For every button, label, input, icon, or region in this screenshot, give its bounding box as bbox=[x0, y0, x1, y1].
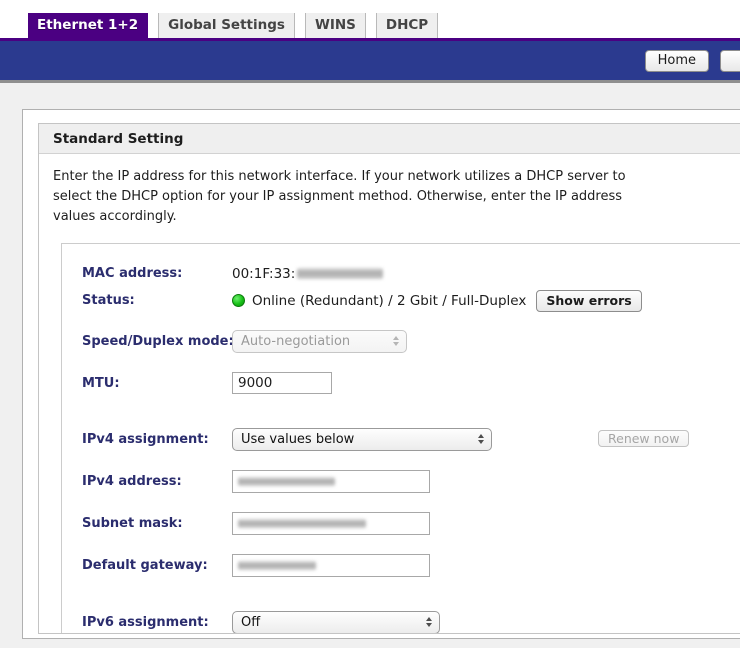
status-label: Status: bbox=[82, 293, 135, 308]
tab-dhcp[interactable]: DHCP bbox=[375, 13, 439, 38]
page-title: Standard Setting bbox=[53, 131, 184, 147]
ipv4-address-input[interactable] bbox=[232, 469, 430, 493]
status-text: Online (Redundant) / 2 Gbit / Full-Duple… bbox=[252, 292, 527, 309]
panel-body: Enter the IP address for this network in… bbox=[39, 154, 740, 633]
ipv4-assignment-label: IPv4 assignment: bbox=[82, 431, 209, 447]
tab-wins[interactable]: WINS bbox=[304, 13, 366, 38]
ipv6-assignment-selected-value: Off bbox=[241, 614, 261, 630]
row-mac-address: MAC address: 00:1F:33: bbox=[62, 260, 740, 287]
app-header-bar: Home bbox=[0, 38, 740, 80]
row-ipv4-address: IPv4 address: bbox=[62, 466, 740, 496]
tab-spacer bbox=[295, 13, 305, 38]
row-default-gateway: Default gateway: bbox=[62, 550, 740, 580]
page-root: Ethernet 1+2 Global Settings WINS DHCP H… bbox=[0, 0, 740, 648]
ipv4-assignment-field: Use values below Renew now bbox=[232, 427, 690, 451]
row-status: Status: Online (Redundant) / 2 Gbit / Fu… bbox=[62, 287, 740, 314]
subnet-mask-input[interactable] bbox=[232, 511, 430, 535]
row-speed-duplex: Speed/Duplex mode: Auto-negotiation bbox=[62, 326, 740, 356]
content-area: Standard Setting Enter the IP address fo… bbox=[0, 83, 740, 648]
speed-duplex-label: Speed/Duplex mode: bbox=[82, 333, 234, 349]
tab-label: WINS bbox=[314, 17, 356, 33]
speed-duplex-selected-value: Auto-negotiation bbox=[241, 333, 351, 349]
speed-duplex-select[interactable]: Auto-negotiation bbox=[232, 329, 407, 353]
ipv4-address-field bbox=[232, 469, 430, 493]
mac-address-text: 00:1F:33: bbox=[232, 265, 296, 282]
status-online-icon bbox=[232, 294, 245, 307]
tab-spacer bbox=[148, 13, 158, 38]
status-value-group: Online (Redundant) / 2 Gbit / Full-Duple… bbox=[232, 289, 642, 312]
subnet-mask-label: Subnet mask: bbox=[82, 515, 183, 531]
subnet-mask-field bbox=[232, 511, 430, 535]
ipv6-assignment-label: IPv6 assignment: bbox=[82, 614, 209, 630]
mtu-input[interactable]: 9000 bbox=[232, 372, 332, 394]
standard-setting-panel: Standard Setting Enter the IP address fo… bbox=[38, 123, 740, 634]
ipv4-assignment-selected-value: Use values below bbox=[241, 431, 355, 447]
ipv4-address-redaction bbox=[238, 476, 335, 486]
mtu-field: 9000 bbox=[232, 372, 332, 394]
renew-now-button[interactable]: Renew now bbox=[598, 430, 690, 447]
panel-description: Enter the IP address for this network in… bbox=[53, 169, 626, 224]
ipv4-address-label: IPv4 address: bbox=[82, 473, 182, 489]
show-errors-button-label: Show errors bbox=[546, 292, 632, 308]
tab-ethernet-1-2[interactable]: Ethernet 1+2 bbox=[28, 13, 149, 38]
renew-now-button-label: Renew now bbox=[608, 431, 680, 446]
home-button-label: Home bbox=[657, 53, 696, 68]
chevron-updown-icon bbox=[478, 434, 484, 444]
tab-bar: Ethernet 1+2 Global Settings WINS DHCP bbox=[0, 0, 740, 38]
show-errors-button[interactable]: Show errors bbox=[536, 289, 642, 312]
header-button-group: Home bbox=[644, 50, 740, 72]
subnet-mask-redaction bbox=[238, 518, 366, 528]
default-gateway-input[interactable] bbox=[232, 553, 430, 577]
network-settings-fieldset: MAC address: 00:1F:33: Status: Online (R… bbox=[61, 243, 740, 633]
tab-label: DHCP bbox=[385, 17, 429, 33]
mac-address-label: MAC address: bbox=[82, 266, 183, 281]
speed-duplex-field: Auto-negotiation bbox=[232, 329, 407, 353]
default-gateway-label: Default gateway: bbox=[82, 557, 208, 573]
row-ipv4-assignment: IPv4 assignment: Use values below Renew … bbox=[62, 424, 740, 454]
mac-address-value: 00:1F:33: bbox=[232, 265, 384, 282]
row-subnet-mask: Subnet mask: bbox=[62, 508, 740, 538]
mtu-input-value: 9000 bbox=[238, 375, 273, 391]
row-ipv6-assignment: IPv6 assignment: Off bbox=[62, 607, 740, 633]
row-mtu: MTU: 9000 bbox=[62, 368, 740, 398]
tab-label: Global Settings bbox=[168, 17, 285, 33]
renew-now-wrapper: Renew now bbox=[598, 429, 690, 449]
chevron-updown-icon bbox=[426, 617, 432, 627]
panel-title-bar: Standard Setting bbox=[39, 124, 740, 154]
mtu-label: MTU: bbox=[82, 375, 120, 391]
chevron-updown-icon bbox=[393, 336, 399, 346]
default-gateway-field bbox=[232, 553, 430, 577]
ipv6-assignment-field: Off bbox=[232, 610, 440, 633]
tab-label: Ethernet 1+2 bbox=[37, 17, 139, 33]
tab-spacer bbox=[366, 13, 376, 38]
ipv6-assignment-select[interactable]: Off bbox=[232, 610, 440, 633]
default-gateway-redaction bbox=[238, 560, 316, 570]
ipv4-assignment-select[interactable]: Use values below bbox=[232, 427, 492, 451]
tab-global-settings[interactable]: Global Settings bbox=[158, 13, 295, 38]
mac-address-redaction bbox=[297, 268, 384, 279]
home-button[interactable]: Home bbox=[644, 50, 709, 72]
outer-panel: Standard Setting Enter the IP address fo… bbox=[22, 109, 740, 639]
secondary-header-button[interactable] bbox=[720, 50, 740, 72]
